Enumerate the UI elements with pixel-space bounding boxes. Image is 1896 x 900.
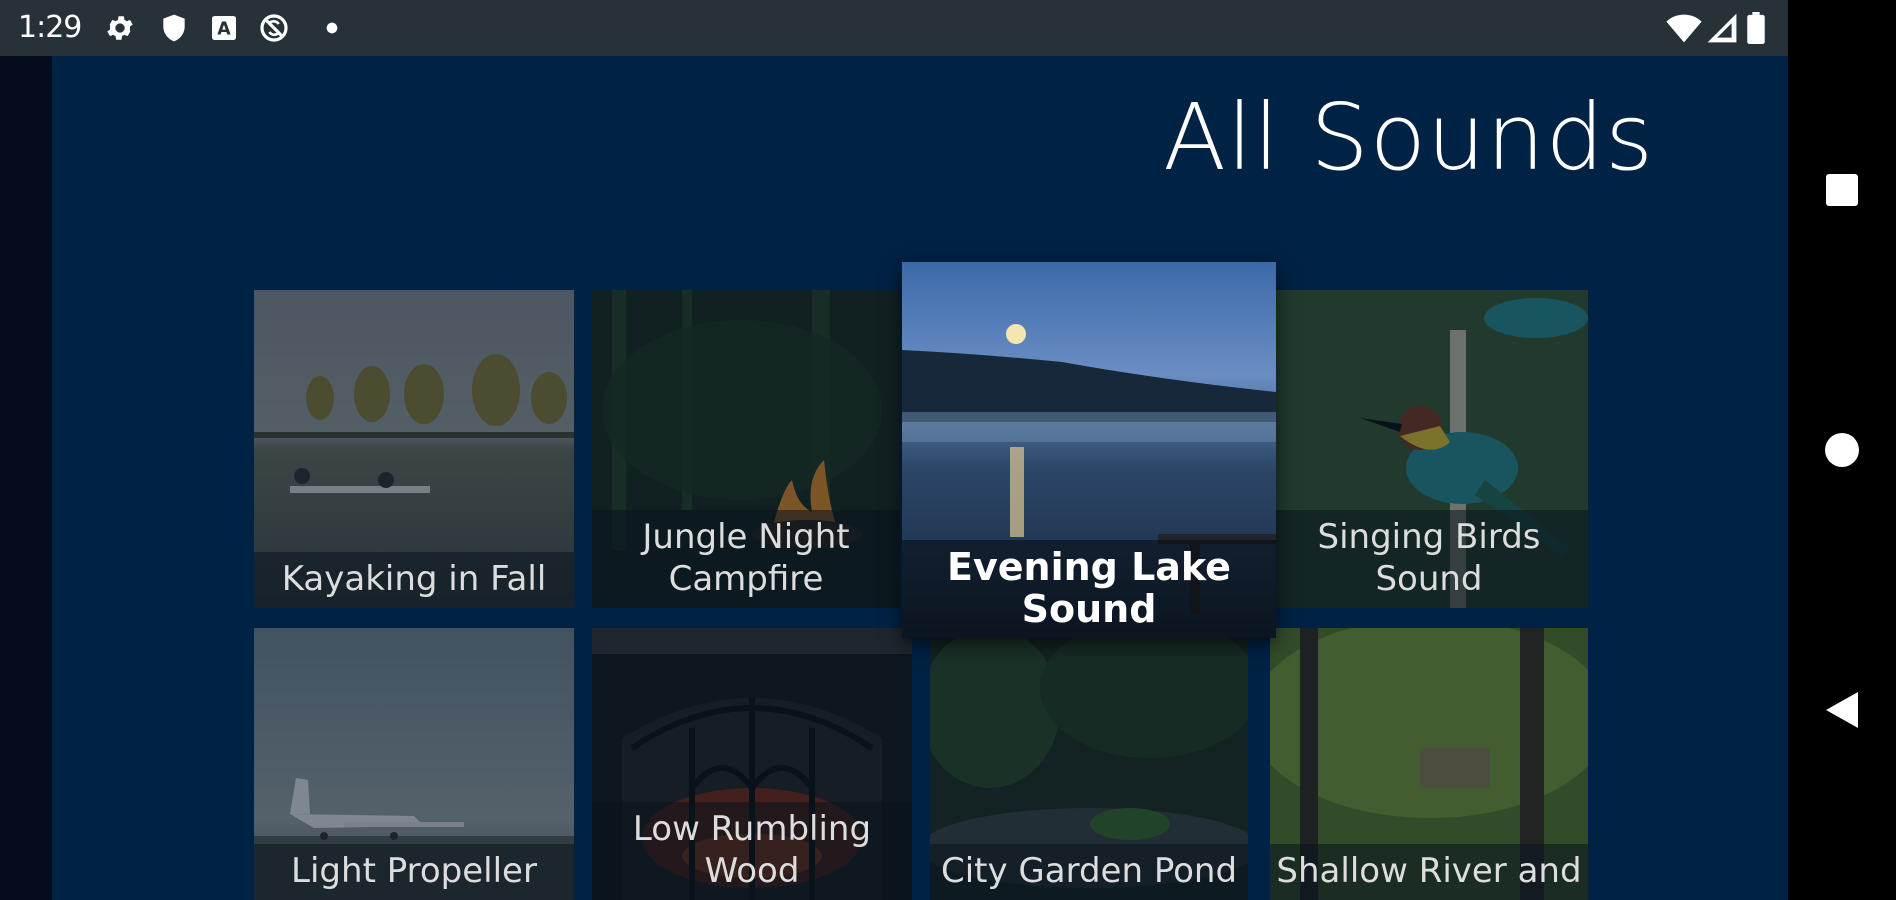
svg-text:A: A: [217, 20, 231, 40]
a-icon: A: [212, 16, 236, 40]
gear-icon: [107, 16, 133, 40]
sound-card-label: Low Rumbling Wood: [592, 802, 912, 900]
recents-button[interactable]: [1812, 160, 1872, 220]
shield-icon: [163, 14, 185, 42]
sound-card-label: Kayaking in Fall: [254, 552, 574, 608]
main-screen: All Sounds Kayaking in Fall Jungle Night…: [0, 56, 1788, 900]
sound-card-label: City Garden Pond: [930, 844, 1248, 900]
back-button[interactable]: [1812, 680, 1872, 740]
back-icon: [1826, 692, 1858, 728]
side-drawer-edge[interactable]: [0, 56, 52, 900]
status-bar: 1:29 A: [0, 0, 1788, 56]
sound-card-label: Singing Birds Sound: [1270, 510, 1588, 608]
sound-card-shallow-river[interactable]: Shallow River and: [1270, 628, 1588, 900]
sound-card-low-rumbling-wood[interactable]: Low Rumbling Wood: [592, 628, 912, 900]
sound-card-label: Jungle Night Campfire: [592, 510, 900, 608]
home-button[interactable]: [1812, 420, 1872, 480]
sound-card-light-propeller[interactable]: Light Propeller: [254, 628, 574, 900]
sound-card-label: Light Propeller: [254, 844, 574, 900]
home-icon: [1825, 433, 1859, 467]
page-title: All Sounds: [1163, 84, 1654, 191]
navigation-bar: [1788, 0, 1896, 900]
sound-card-label: Shallow River and: [1270, 844, 1588, 900]
dot-icon: [326, 22, 338, 34]
sound-card-singing-birds[interactable]: Singing Birds Sound: [1270, 290, 1588, 608]
sound-card-evening-lake[interactable]: Evening Lake Sound: [902, 262, 1276, 638]
sound-card-kayaking[interactable]: Kayaking in Fall: [254, 290, 574, 608]
wifi-icon: [1666, 14, 1702, 43]
no-sync-icon: [260, 14, 288, 42]
sound-card-label: Evening Lake Sound: [902, 540, 1276, 638]
status-time: 1:29: [18, 10, 82, 45]
recents-icon: [1826, 174, 1858, 206]
sound-card-jungle-campfire[interactable]: Jungle Night Campfire: [592, 290, 900, 608]
battery-icon: [1747, 12, 1765, 44]
signal-icon: [1707, 13, 1737, 43]
sound-card-city-garden-pond[interactable]: City Garden Pond: [930, 628, 1248, 900]
